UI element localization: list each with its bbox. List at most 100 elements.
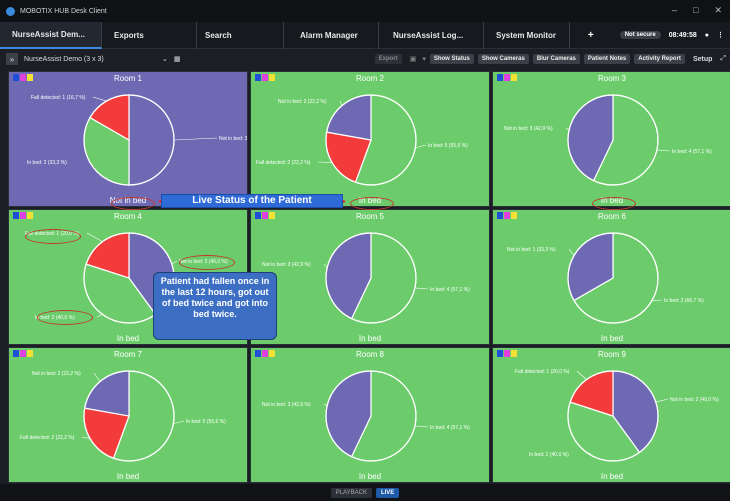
room-grid: Room 1Not in bed: 3 (50,0 %)In bed: 2 (3… [8, 71, 730, 483]
live-button[interactable]: LIVE [375, 487, 400, 498]
tab-bar: NurseAssist Dem... Exports Search Alarm … [0, 21, 730, 49]
room-tile[interactable]: Room 3 In bed: 4 (57,1 %) Not in bed: 3 (4… [492, 71, 730, 207]
pie-slice-label: Not in bed: 2 (22,2 %) [278, 99, 327, 105]
pie-slice-label: In bed: 4 (57,1 %) [430, 425, 470, 431]
more-icon[interactable]: ⋮ [717, 31, 724, 39]
pie-leader-line [339, 100, 343, 106]
playback-button[interactable]: PLAYBACK [330, 487, 372, 498]
view-dropdown-icon[interactable]: ⌄ [162, 55, 168, 63]
room-tile[interactable]: Room 6 In bed: 2 (66,7 %) Not in bed: 1 (3… [492, 209, 730, 345]
window-title: MOBOTIX HUB Desk Client [20, 7, 107, 15]
room-tile[interactable]: Room 8 In bed: 4 (57,1 %) Not in bed: 3 (4… [250, 347, 490, 483]
show-cameras-button[interactable]: Show Cameras [477, 54, 529, 64]
pie-slice-label: Not in bed: 1 (33,3 %) [507, 247, 556, 253]
pie-slice-label: In bed: 4 (57,1 %) [430, 287, 470, 293]
pie-slice-not-in-bed [325, 94, 372, 141]
highlight-room4-notinbed [37, 310, 93, 325]
pie-leader-line [92, 96, 107, 102]
pie-leader-line [93, 372, 101, 382]
pie-chart: Not in bed: 2 (40,0 %) In bed: 2 (40,0 %)… [515, 369, 719, 462]
close-icon[interactable]: ✕ [714, 5, 722, 16]
patient-status: In bed [600, 472, 624, 481]
highlight-room4-inbed [179, 255, 235, 270]
not-secure-badge[interactable]: Not secure [619, 31, 661, 39]
pie-slice-label: Not in bed: 2 (40,0 %) [670, 397, 719, 403]
view-layout-icon[interactable]: ▦ [174, 55, 181, 63]
view-name: NurseAssist Demo (3 x 3) [24, 55, 104, 63]
pie-leader-line [414, 425, 429, 428]
view-toolbar: » NurseAssist Demo (3 x 3) ⌄ ▦ Export ▣ … [0, 49, 730, 69]
patient-status: In bed [600, 334, 624, 343]
pie-slice-label: Fall detected: 1 (16,7 %) [31, 95, 86, 101]
add-tab-button[interactable]: + [588, 30, 594, 41]
activity-report-button[interactable]: Activity Report [634, 54, 685, 64]
pie-leader-line [576, 370, 587, 380]
snapshot-icon[interactable]: ▣ [410, 55, 417, 63]
highlight-room2-status [350, 197, 394, 210]
pie-chart: In bed: 4 (57,1 %) Not in bed: 3 (42,9 %) [262, 232, 470, 324]
export-button[interactable]: Export [374, 54, 402, 64]
setup-button[interactable]: Setup [693, 56, 712, 63]
tab-system-monitor[interactable]: System Monitor [484, 21, 570, 49]
pie-slice-label: Not in bed: 3 (50,0 %) [219, 136, 248, 142]
pie-chart: In bed: 4 (57,1 %) Not in bed: 3 (42,9 %) [504, 94, 712, 186]
pie-chart: In bed: 4 (57,1 %) Not in bed: 3 (42,9 %) [262, 370, 470, 462]
pie-leader-line [173, 137, 218, 141]
patient-notes-button[interactable]: Patient Notes [583, 54, 631, 64]
pie-slice-label: Fall detected: 1 (20,0 %) [515, 369, 570, 375]
pie-chart: In bed: 5 (55,6 %) Fall detected: 2 (22,2… [20, 370, 226, 462]
pie-chart: In bed: 5 (55,6 %) Fall detected: 2 (22,2… [256, 94, 468, 186]
tab-exports[interactable]: Exports [102, 21, 197, 49]
minimize-icon[interactable]: – [672, 5, 677, 16]
pie-leader-line [171, 260, 178, 265]
fullscreen-icon[interactable]: ⤢ [720, 55, 726, 63]
patient-summary-callout: Patient had fallen once in the last 12 h… [153, 272, 277, 340]
pie-chart: Not in bed: 3 (50,0 %) In bed: 2 (33,3 %)… [27, 94, 248, 186]
tab-nurseassist-demo[interactable]: NurseAssist Dem... [0, 21, 102, 49]
pie-leader-line [96, 314, 103, 318]
pie-chart: In bed: 2 (66,7 %) Not in bed: 1 (33,3 %) [507, 232, 704, 324]
pie-slice-label: In bed: 2 (66,7 %) [664, 298, 704, 304]
collapse-panel-icon[interactable]: » [6, 53, 18, 65]
pie-slice-label: Not in bed: 3 (42,9 %) [262, 262, 311, 268]
user-icon[interactable]: ● [705, 32, 709, 39]
patient-status: In bed [116, 472, 140, 481]
pie-slice-label: Not in bed: 2 (22,2 %) [32, 371, 81, 377]
highlight-room3-status [592, 197, 636, 210]
pie-leader-line [86, 232, 103, 242]
room-tile[interactable]: Room 1Not in bed: 3 (50,0 %)In bed: 2 (3… [8, 71, 248, 207]
tab-search[interactable]: Search [197, 21, 284, 49]
show-status-button[interactable]: Show Status [429, 54, 474, 64]
room-tile[interactable]: Room 7 In bed: 5 (55,6 %) Fall detected: 2… [8, 347, 248, 483]
pie-slice-label: Fall detected: 2 (22,2 %) [20, 435, 75, 441]
pie-slice-label: In bed: 4 (57,1 %) [672, 149, 712, 155]
pie-leader-line [655, 398, 669, 403]
patient-status: In bed [358, 472, 382, 481]
clock: 08:49:58 [668, 31, 697, 39]
pie-slice-label: Not in bed: 3 (42,9 %) [504, 126, 553, 132]
pie-leader-line [415, 144, 427, 149]
pie-slice-not-in-bed [83, 370, 130, 417]
pie-slice-label: In bed: 5 (55,6 %) [428, 143, 468, 149]
room-tile[interactable]: Room 9 Not in bed: 2 (40,0 %) In bed: 2 (4… [492, 347, 730, 483]
app-logo-icon [6, 6, 15, 16]
pie-slice-label: In bed: 2 (40,0 %) [529, 452, 569, 458]
highlight-room4-fall [25, 229, 81, 244]
filter-icon[interactable]: ▾ [422, 55, 426, 63]
highlight-room1-status [111, 197, 155, 210]
pie-leader-line [414, 287, 429, 290]
pie-slice-label: In bed: 2 (33,3 %) [27, 160, 67, 166]
pie-leader-line [568, 248, 575, 256]
tab-nurseassist-log[interactable]: NurseAssist Log... [379, 21, 484, 49]
live-status-callout: Live Status of the Patient [161, 194, 343, 208]
room-tile[interactable]: Room 5 In bed: 4 (57,1 %) Not in bed: 3 (4… [250, 209, 490, 345]
playback-bar: PLAYBACK LIVE [0, 484, 730, 501]
maximize-icon[interactable]: □ [693, 5, 698, 16]
pie-leader-line [173, 420, 185, 425]
tab-alarm-manager[interactable]: Alarm Manager [284, 21, 379, 49]
pie-leader-line [656, 149, 671, 152]
pie-slice-label: In bed: 5 (55,6 %) [186, 419, 226, 425]
pie-slice-not-in-bed [128, 94, 175, 186]
blur-cameras-button[interactable]: Blur Cameras [532, 54, 580, 64]
room-tile[interactable]: Room 2 In bed: 5 (55,6 %) Fall detected: 2… [250, 71, 490, 207]
